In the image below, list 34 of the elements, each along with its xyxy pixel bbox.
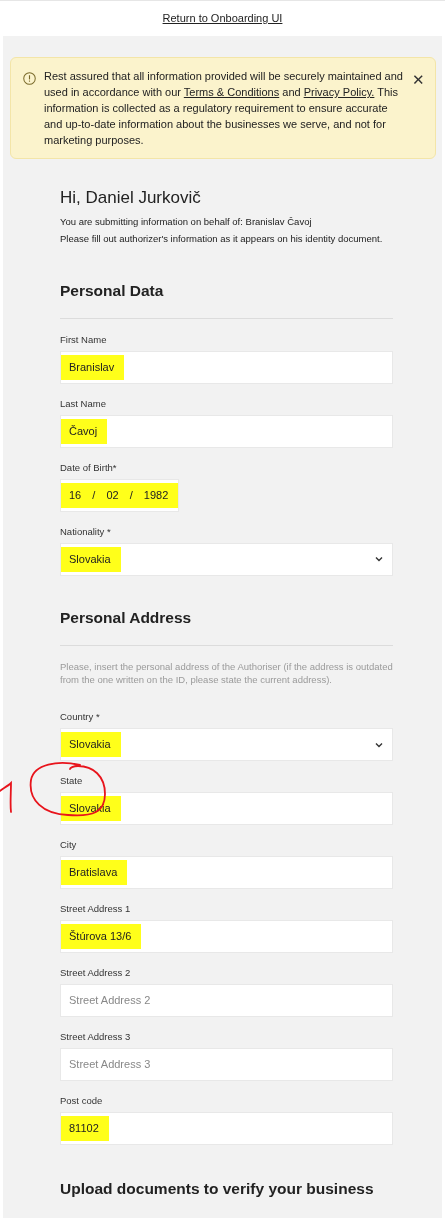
info-message: Rest assured that all information provided will be securely maintained and used in accordance with our Terms & Conditions and Privacy Policy. This information is collected as a regulatory requirement to ensure accurate and up-to-date information about the businesses we serve, and not for marketing purposes. [44,69,404,148]
close-button[interactable]: ✕ [412,70,425,88]
section-title: Personal Data [60,280,165,301]
text-field[interactable]: 81102 [60,1112,393,1145]
warning-icon [23,72,36,85]
greeting-title: Hi, Daniel Jurkovič [60,187,202,209]
return-link[interactable]: Return to Onboarding UI [162,10,283,27]
instruction-text: Please fill out authorizer's information as it appears on his identity document. [60,231,384,246]
text-field[interactable]: Street Address 2 [60,984,393,1017]
field-label: Street Address 1 [60,902,132,915]
field-label: Street Address 3 [60,1030,132,1043]
select-field[interactable]: Slovakia [60,728,393,761]
field-label: Country * [60,710,101,723]
section-title: Upload documents to verify your business [60,1179,375,1199]
terms-link[interactable]: Terms & Conditions [183,86,280,98]
privacy-link[interactable]: Privacy Policy. [303,86,375,98]
field-label: Date of Birth* [60,460,118,474]
section-title: Personal Address [60,607,193,628]
select-field[interactable]: Slovakia [60,542,393,576]
hint-text: Please, insert the personal address of the Authoriser (if the address is outdated from the one written on the ID, please state the current address). [60,660,393,686]
field-label: City [60,838,78,851]
text-field[interactable]: Bratislava [60,856,393,889]
greeting-subtitle: You are submitting information on behalf of: Branislav Čavoj [60,214,313,229]
text-field[interactable]: Čavoj [60,414,393,448]
text-field[interactable]: Street Address 3 [60,1048,393,1081]
field-label: Street Address 2 [60,966,132,979]
field-label: First Name [60,332,108,346]
text-field[interactable]: Štúrova 13/6 [60,920,393,953]
text-field[interactable]: Branislav [60,350,393,384]
field-label: State [60,774,84,787]
date-field[interactable]: 16 / 02 / 1982 [60,478,179,512]
field-label: Post code [60,1094,104,1107]
field-label: Nationality * [60,524,112,538]
field-label: Last Name [60,396,107,410]
